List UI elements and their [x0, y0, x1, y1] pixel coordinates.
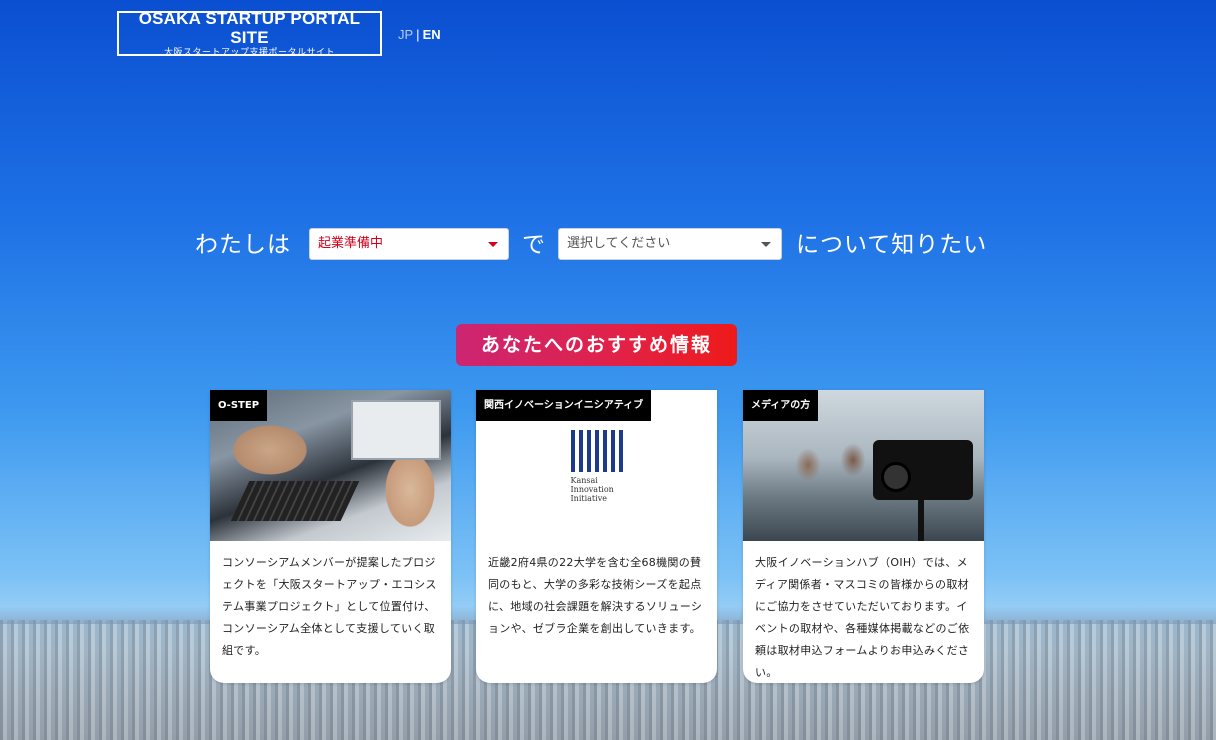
recommend-heading: あなたへのおすすめ情報	[456, 324, 737, 366]
card-tag: 関西イノベーションイニシアティブ	[476, 390, 652, 421]
chevron-down-icon	[488, 242, 498, 247]
card-image-business-meeting: O-STEP	[210, 390, 451, 541]
interest-selector: わたしは 起業準備中 で 選択してください について知りたい	[0, 228, 1216, 262]
card-ostep[interactable]: O-STEP コンソーシアムメンバーが提案したプロジェクトを「大阪スタートアップ…	[210, 390, 451, 683]
site-logo[interactable]: OSAKA STARTUP PORTAL SITE 大阪スタートアップ支援ポータ…	[117, 8, 382, 58]
chevron-down-icon	[761, 242, 771, 247]
ksii-logo-text: Kansai Innovation Initiative	[570, 476, 614, 503]
lang-en-link[interactable]: EN	[423, 27, 441, 42]
sentence-middle: で	[522, 232, 546, 258]
topic-select-placeholder: 選択してください	[567, 236, 671, 251]
status-select-value: 起業準備中	[318, 236, 384, 251]
lang-separator: |	[416, 27, 420, 42]
sentence-suffix: について知りたい	[796, 232, 988, 258]
sentence-prefix: わたしは	[195, 232, 291, 258]
logo-title: OSAKA STARTUP PORTAL SITE	[138, 8, 361, 47]
card-image-ksii-logo: 関西イノベーションイニシアティブ Kansai Innovation Initi…	[476, 390, 717, 541]
keyboard-illustration	[230, 481, 360, 521]
card-tag: O-STEP	[210, 390, 268, 421]
camera-lens-illustration	[881, 462, 911, 492]
card-description: 近畿2府4県の22大学を含む全68機関の賛同のもと、大学の多彩な技術シーズを起点…	[488, 556, 703, 635]
ksii-logo: Kansai Innovation Initiative	[570, 430, 623, 541]
card-description: コンソーシアムメンバーが提案したプロジェクトを「大阪スタートアップ・エコシステム…	[222, 556, 437, 657]
topic-select[interactable]: 選択してください	[558, 228, 782, 260]
status-select[interactable]: 起業準備中	[309, 228, 509, 260]
ksii-logo-mark	[570, 430, 623, 472]
card-ksii[interactable]: 関西イノベーションイニシアティブ Kansai Innovation Initi…	[476, 390, 717, 683]
logo-subtitle: 大阪スタートアップ支援ポータルサイト	[163, 47, 335, 58]
card-media[interactable]: メディアの方 大阪イノベーションハブ（OIH）では、メディア関係者・マスコミの皆…	[743, 390, 984, 683]
card-description: 大阪イノベーションハブ（OIH）では、メディア関係者・マスコミの皆様からの取材に…	[755, 556, 970, 679]
card-tag: メディアの方	[743, 390, 819, 421]
tripod-illustration	[918, 500, 924, 541]
lang-jp-link[interactable]: JP	[398, 27, 413, 42]
language-switcher: JP | EN	[398, 27, 441, 42]
laptop-illustration	[351, 400, 441, 460]
card-image-video-camera: メディアの方	[743, 390, 984, 541]
